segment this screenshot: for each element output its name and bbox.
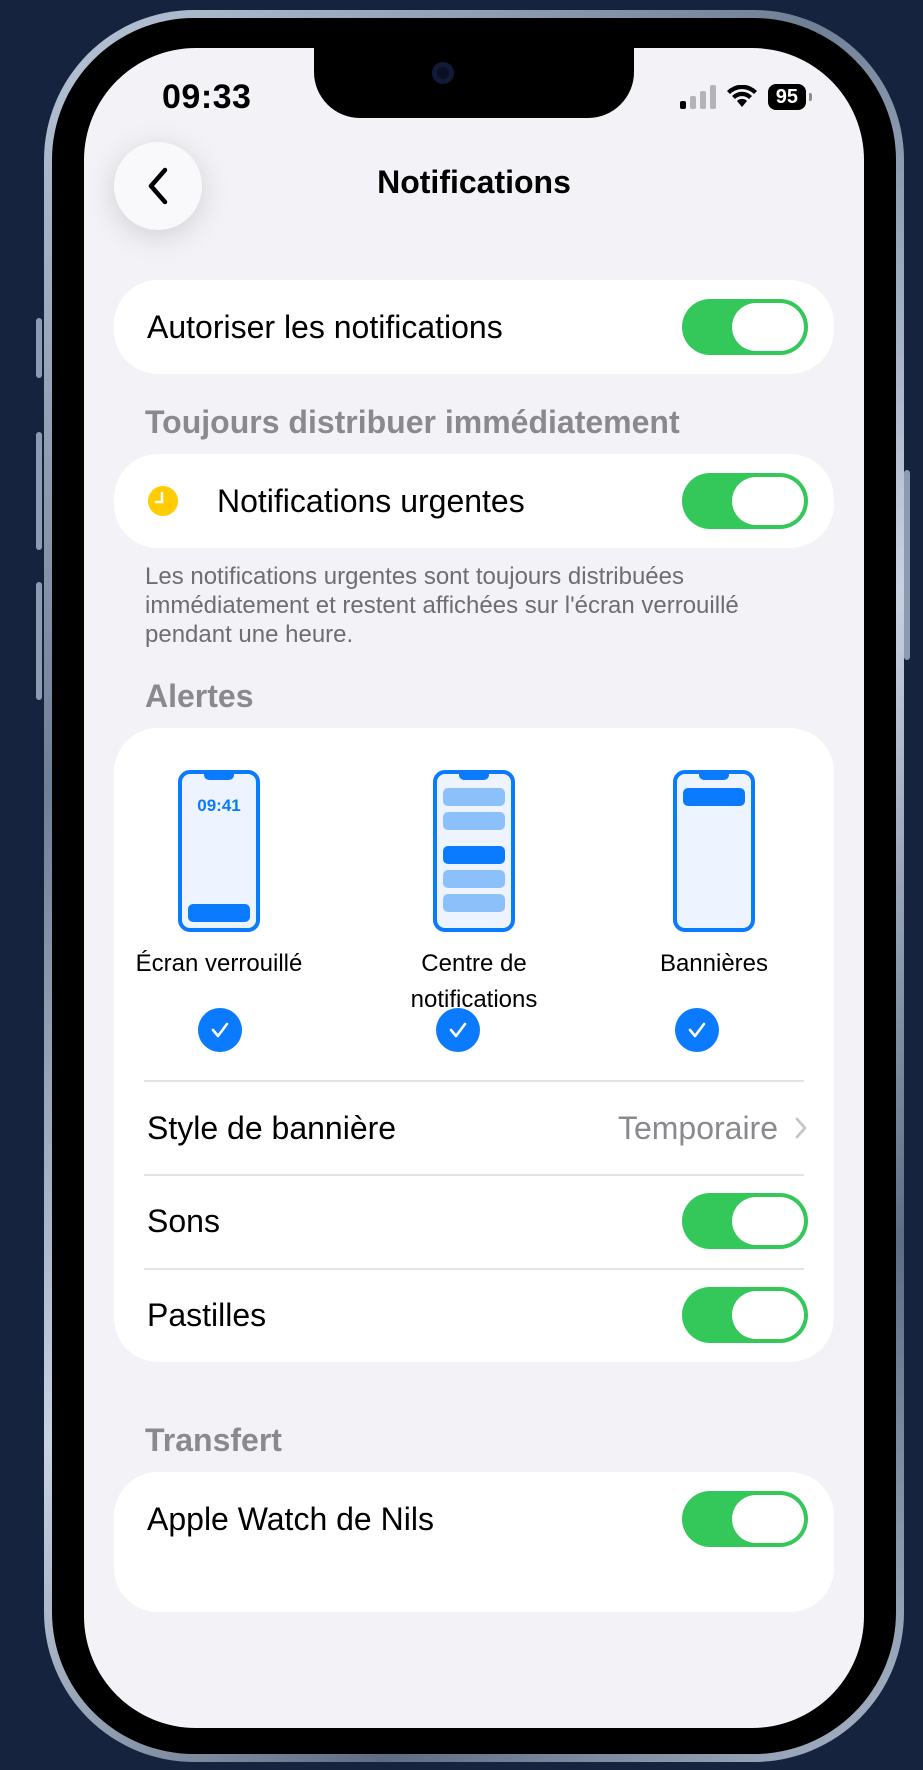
banner-style-label: Style de bannière (147, 1109, 397, 1146)
clock-icon (148, 486, 178, 516)
divider (144, 1268, 804, 1270)
banners-label: Bannières (659, 950, 769, 977)
allow-notifications-label: Autoriser les notifications (147, 308, 503, 345)
wifi-icon (726, 85, 757, 107)
volume-down-button (36, 582, 42, 700)
battery-indicator: 95 (767, 84, 813, 110)
lock-screen-mini-time: 09:41 (197, 796, 241, 815)
alerts-card: 09:41 Écran verrouillé Centre de notific… (114, 728, 834, 1362)
divider (144, 1080, 804, 1082)
screen: 09:33 95 Notifications Autoriser les not… (84, 48, 864, 1728)
urgent-notifications-card: Notifications urgentes (114, 454, 834, 548)
camera-icon (432, 62, 454, 84)
urgent-notifications-label: Notifications urgentes (217, 482, 525, 519)
apple-watch-label: Apple Watch de Nils (147, 1500, 434, 1537)
allow-notifications-card: Autoriser les notifications (114, 280, 834, 374)
allow-notifications-toggle[interactable] (682, 299, 808, 355)
notification-center-label: Centre de notifications (410, 950, 538, 1013)
badges-label: Pastilles (147, 1296, 267, 1333)
apple-watch-row: Apple Watch de Nils (147, 1491, 808, 1547)
apple-watch-toggle[interactable] (682, 1491, 808, 1547)
silent-switch (36, 318, 42, 378)
checkmark-icon (211, 1022, 229, 1038)
banner-style-value: Temporaire (617, 1109, 778, 1146)
lock-screen-label: Écran verrouillé (135, 950, 303, 977)
banners-checkbox[interactable] (675, 1008, 719, 1052)
notification-center-checkbox[interactable] (436, 1008, 480, 1052)
transfer-section-header: Transfert (145, 1422, 282, 1458)
urgent-notifications-toggle[interactable] (682, 473, 808, 529)
badges-toggle[interactable] (682, 1287, 808, 1343)
status-icons: 95 (679, 84, 813, 110)
alerts-section-header: Alertes (145, 678, 254, 714)
power-button (904, 470, 910, 660)
lock-screen-checkbox[interactable] (198, 1008, 242, 1052)
status-time: 09:33 (162, 78, 252, 116)
alert-option-lock-screen[interactable]: 09:41 Écran verrouillé (109, 770, 329, 982)
checkmark-icon (449, 1022, 467, 1038)
chevron-right-icon (795, 1117, 807, 1139)
page-title: Notifications (377, 164, 571, 200)
banners-illustration (673, 770, 755, 932)
volume-up-button (36, 432, 42, 550)
lock-screen-illustration: 09:41 (178, 770, 260, 932)
dynamic-island (314, 48, 634, 118)
alert-option-banners[interactable]: Bannières (604, 770, 824, 982)
banner-style-row[interactable]: Style de bannière Temporaire (147, 1100, 808, 1156)
alert-option-notification-center[interactable]: Centre de notifications (364, 770, 584, 1018)
urgent-footnote: Les notifications urgentes sont toujours… (145, 563, 739, 648)
sounds-row: Sons (147, 1193, 808, 1249)
checkmark-icon (688, 1022, 706, 1038)
allow-notifications-row: Autoriser les notifications (147, 299, 808, 355)
transfer-card: Apple Watch de Nils (114, 1472, 834, 1612)
divider (144, 1174, 804, 1176)
cellular-signal-icon (679, 85, 716, 109)
badges-row: Pastilles (147, 1287, 808, 1343)
sounds-toggle[interactable] (682, 1193, 808, 1249)
notification-center-illustration (433, 770, 515, 932)
urgent-notifications-row: Notifications urgentes (147, 473, 808, 529)
sounds-label: Sons (147, 1202, 220, 1239)
urgent-section-header: Toujours distribuer immédiatement (145, 404, 680, 440)
